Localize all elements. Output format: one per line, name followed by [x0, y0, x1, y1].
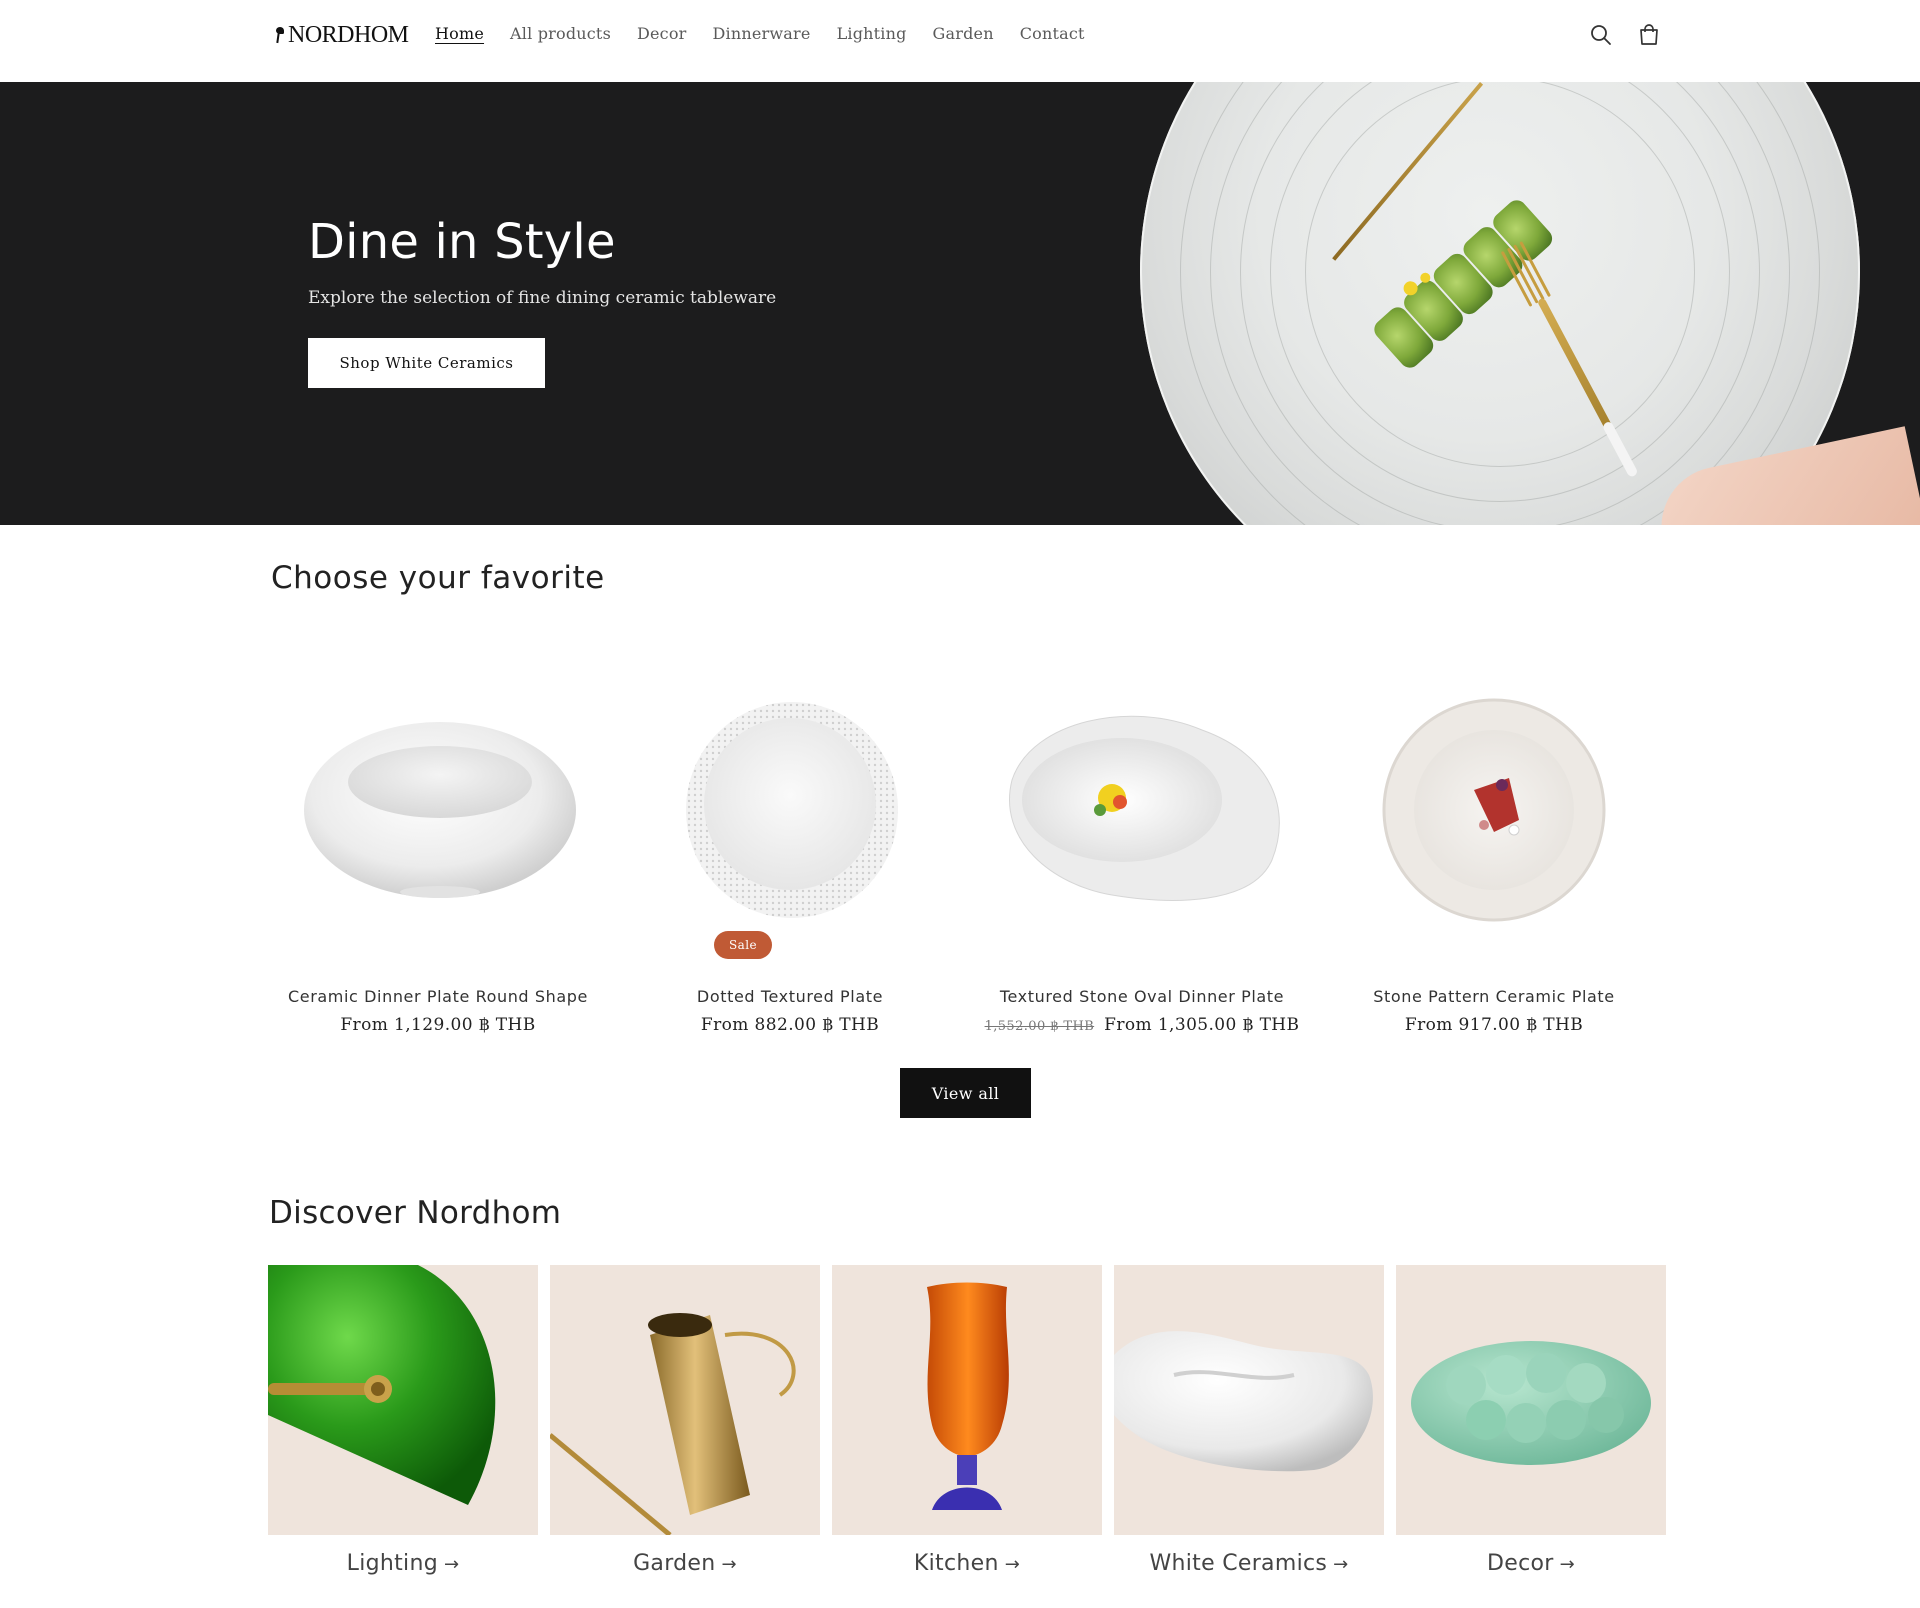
- site-header: NORDHOM Home All products Decor Dinnerwa…: [0, 0, 1920, 82]
- nav-garden[interactable]: Garden: [933, 22, 994, 46]
- hero-image: [1140, 82, 1920, 525]
- category-card-decor[interactable]: Decor →: [1396, 1265, 1666, 1605]
- product-card[interactable]: Dotted Textured Plate From 882.00 ฿ THB: [620, 650, 960, 1050]
- category-label[interactable]: Decor →: [1396, 1551, 1666, 1576]
- arrow-right-icon: →: [443, 1554, 460, 1575]
- product-name[interactable]: Dotted Textured Plate: [620, 987, 960, 1006]
- arrow-right-icon: →: [1333, 1554, 1349, 1575]
- product-card[interactable]: Stone Pattern Ceramic Plate From 917.00 …: [1324, 650, 1664, 1050]
- product-name[interactable]: Ceramic Dinner Plate Round Shape: [268, 987, 608, 1006]
- category-image[interactable]: [268, 1265, 538, 1535]
- nav-home[interactable]: Home: [435, 22, 484, 46]
- nav-contact[interactable]: Contact: [1020, 22, 1085, 46]
- product-image[interactable]: [972, 660, 1312, 970]
- nav-dinnerware[interactable]: Dinnerware: [713, 22, 811, 46]
- product-card[interactable]: Ceramic Dinner Plate Round Shape From 1,…: [268, 650, 608, 1050]
- product-price: From 1,129.00 ฿ THB: [340, 1015, 536, 1035]
- product-image[interactable]: [268, 660, 608, 970]
- hero-title: Dine in Style: [308, 214, 616, 270]
- discover-title: Discover Nordhom: [269, 1195, 562, 1231]
- product-price: 1,552.00 ฿ THB From 1,305.00 ฿ THB: [984, 1015, 1300, 1035]
- category-image[interactable]: [832, 1265, 1102, 1535]
- category-image[interactable]: [1396, 1265, 1666, 1535]
- arrow-right-icon: →: [1004, 1554, 1021, 1575]
- old-price: 1,552.00 ฿ THB: [984, 1019, 1095, 1034]
- product-price: From 882.00 ฿ THB: [700, 1015, 880, 1035]
- arrow-right-icon: →: [1559, 1554, 1575, 1575]
- arrow-right-icon: →: [721, 1554, 737, 1575]
- category-card-white-ceramics[interactable]: White Ceramics →: [1114, 1265, 1384, 1605]
- category-card-kitchen[interactable]: Kitchen →: [832, 1265, 1102, 1605]
- product-card[interactable]: Textured Stone Oval Dinner Plate 1,552.0…: [972, 650, 1312, 1050]
- hero-subtitle: Explore the selection of fine dining cer…: [308, 288, 777, 308]
- category-label[interactable]: Lighting →: [268, 1551, 538, 1576]
- search-icon[interactable]: [1588, 22, 1614, 48]
- category-card-lighting[interactable]: Lighting →: [268, 1265, 538, 1605]
- category-image[interactable]: [1114, 1265, 1384, 1535]
- main-nav: Home All products Decor Dinnerware Light…: [435, 22, 1111, 46]
- category-label[interactable]: White Ceramics →: [1114, 1551, 1384, 1576]
- logo-text: NORDHOM: [288, 21, 409, 48]
- category-image[interactable]: [550, 1265, 820, 1535]
- nav-lighting[interactable]: Lighting: [837, 22, 907, 46]
- shop-white-ceramics-button[interactable]: Shop White Ceramics: [308, 338, 545, 388]
- hero-banner: Dine in Style Explore the selection of f…: [0, 82, 1920, 525]
- nav-decor[interactable]: Decor: [637, 22, 687, 46]
- product-name[interactable]: Textured Stone Oval Dinner Plate: [972, 987, 1312, 1006]
- view-all-button[interactable]: View all: [900, 1068, 1031, 1118]
- product-name[interactable]: Stone Pattern Ceramic Plate: [1324, 987, 1664, 1006]
- category-label[interactable]: Kitchen →: [832, 1551, 1102, 1576]
- cart-icon[interactable]: [1636, 22, 1662, 48]
- product-grid: Ceramic Dinner Plate Round Shape From 1,…: [268, 650, 1658, 1050]
- product-image[interactable]: [1324, 660, 1664, 970]
- product-image[interactable]: [620, 660, 960, 979]
- nav-all-products[interactable]: All products: [510, 22, 611, 46]
- category-card-garden[interactable]: Garden →: [550, 1265, 820, 1605]
- logo-mark-icon: [274, 23, 286, 47]
- featured-title: Choose your favorite: [271, 560, 605, 596]
- product-price: From 917.00 ฿ THB: [1404, 1015, 1584, 1035]
- category-label[interactable]: Garden →: [550, 1551, 820, 1576]
- logo[interactable]: NORDHOM: [274, 20, 409, 50]
- sale-badge: Sale: [714, 931, 772, 959]
